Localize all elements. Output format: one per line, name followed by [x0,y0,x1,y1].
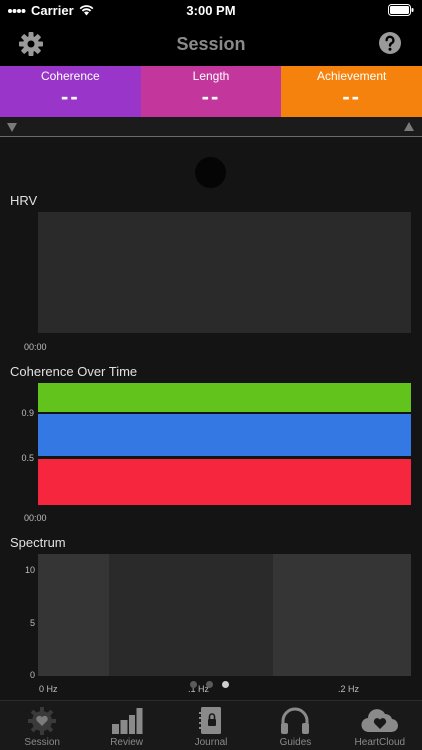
coherence-over-time-title: Coherence Over Time [10,364,138,379]
tab-label: HeartCloud [354,737,406,748]
stat-length: Length -- [140,66,282,117]
stat-achievement: Achievement -- [281,66,422,117]
navigation-bar: Session [0,22,422,66]
session-stats: Coherence -- Length -- Achievement -- [0,66,422,117]
heart-badge-icon [28,707,57,735]
tab-journal[interactable]: Journal [169,701,253,750]
tab-label: Session [24,737,60,748]
tab-session[interactable]: Session [0,701,84,750]
coherence-level-label: 0.5 [21,453,34,463]
spectrum-x-tick: .2 Hz [338,684,360,694]
tab-bar: Session Review Journal Guides HeartCloud [0,700,422,750]
spectrum-y-tick: 0 [29,670,35,680]
page-dot[interactable] [190,681,197,688]
pulse-indicator [195,157,226,188]
hrv-time-label: 00:00 [24,342,47,352]
spectrum-y-tick: 10 [24,565,35,575]
page-dot[interactable] [222,681,229,688]
page-indicator[interactable] [190,681,229,688]
help-icon[interactable] [378,31,402,55]
stat-label: Length [192,69,230,83]
coherence-band-high [38,383,411,412]
coherence-band-low [38,459,411,505]
coherence-level-label: 0.9 [21,408,34,418]
panel-toggle-row [0,117,422,137]
page-title: Session [176,34,246,54]
stat-label: Achievement [316,69,387,83]
tab-label: Journal [194,737,228,748]
spectrum-x-tick: 0 Hz [39,684,58,694]
tab-heartcloud[interactable]: HeartCloud [338,701,422,750]
coherence-band-medium [38,414,411,456]
stat-value: -- [61,84,80,109]
stat-coherence: Coherence -- [0,66,141,117]
page-dot[interactable] [206,681,213,688]
coherence-time-label: 00:00 [24,513,47,523]
tab-label: Guides [279,737,312,748]
stat-value: -- [201,84,221,109]
tab-guides[interactable]: Guides [253,701,337,750]
headphones-icon [281,707,310,734]
tab-review[interactable]: Review [84,701,168,750]
hrv-chart [38,212,411,333]
status-bar: Carrier 3:00 PM [0,0,422,22]
bar-chart-icon [111,708,143,734]
status-time: 3:00 PM [186,3,236,18]
battery-icon [388,4,414,19]
stat-label: Coherence [40,69,100,83]
spectrum-band-high [273,554,411,676]
tab-label: Review [110,737,143,748]
spectrum-band-low [38,554,109,676]
journal-icon [199,707,222,734]
spectrum-title: Spectrum [10,535,66,550]
expand-up-icon[interactable] [404,122,414,131]
hrv-title: HRV [10,193,38,208]
cloud-heart-icon [361,709,398,733]
stat-value: -- [342,84,361,109]
collapse-down-icon[interactable] [7,123,17,132]
spectrum-y-tick: 5 [29,618,35,628]
